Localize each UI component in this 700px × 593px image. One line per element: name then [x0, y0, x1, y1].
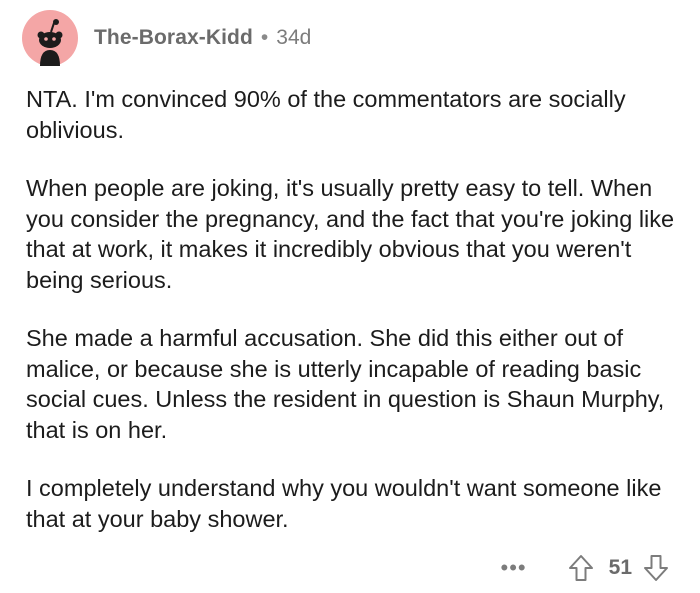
comment-actions: ••• 51	[501, 548, 670, 588]
avatar[interactable]	[22, 10, 78, 66]
comment-header: The-Borax-Kidd • 34d	[22, 10, 311, 66]
comment-body: NTA. I'm convinced 90% of the commentato…	[26, 84, 676, 562]
meta-separator: •	[260, 26, 269, 49]
comment-age: 34d	[276, 26, 312, 49]
snoo-avatar-icon	[37, 19, 63, 66]
author-username[interactable]: The-Borax-Kidd	[94, 26, 253, 50]
more-options-button[interactable]: •••	[501, 557, 527, 579]
comment-paragraph: NTA. I'm convinced 90% of the commentato…	[26, 86, 626, 143]
comment-paragraph: When people are joking, it's usually pre…	[26, 175, 675, 293]
comment-card: The-Borax-Kidd • 34d NTA. I'm convinced …	[0, 0, 700, 593]
comment-paragraph: I completely understand why you wouldn't…	[26, 475, 662, 532]
downvote-button[interactable]	[642, 553, 670, 583]
upvote-arrow-icon	[568, 555, 593, 581]
vote-score: 51	[608, 556, 632, 579]
comment-paragraph: She made a harmful accusation. She did t…	[26, 325, 665, 443]
downvote-arrow-icon	[644, 555, 668, 581]
upvote-button[interactable]	[567, 553, 595, 583]
